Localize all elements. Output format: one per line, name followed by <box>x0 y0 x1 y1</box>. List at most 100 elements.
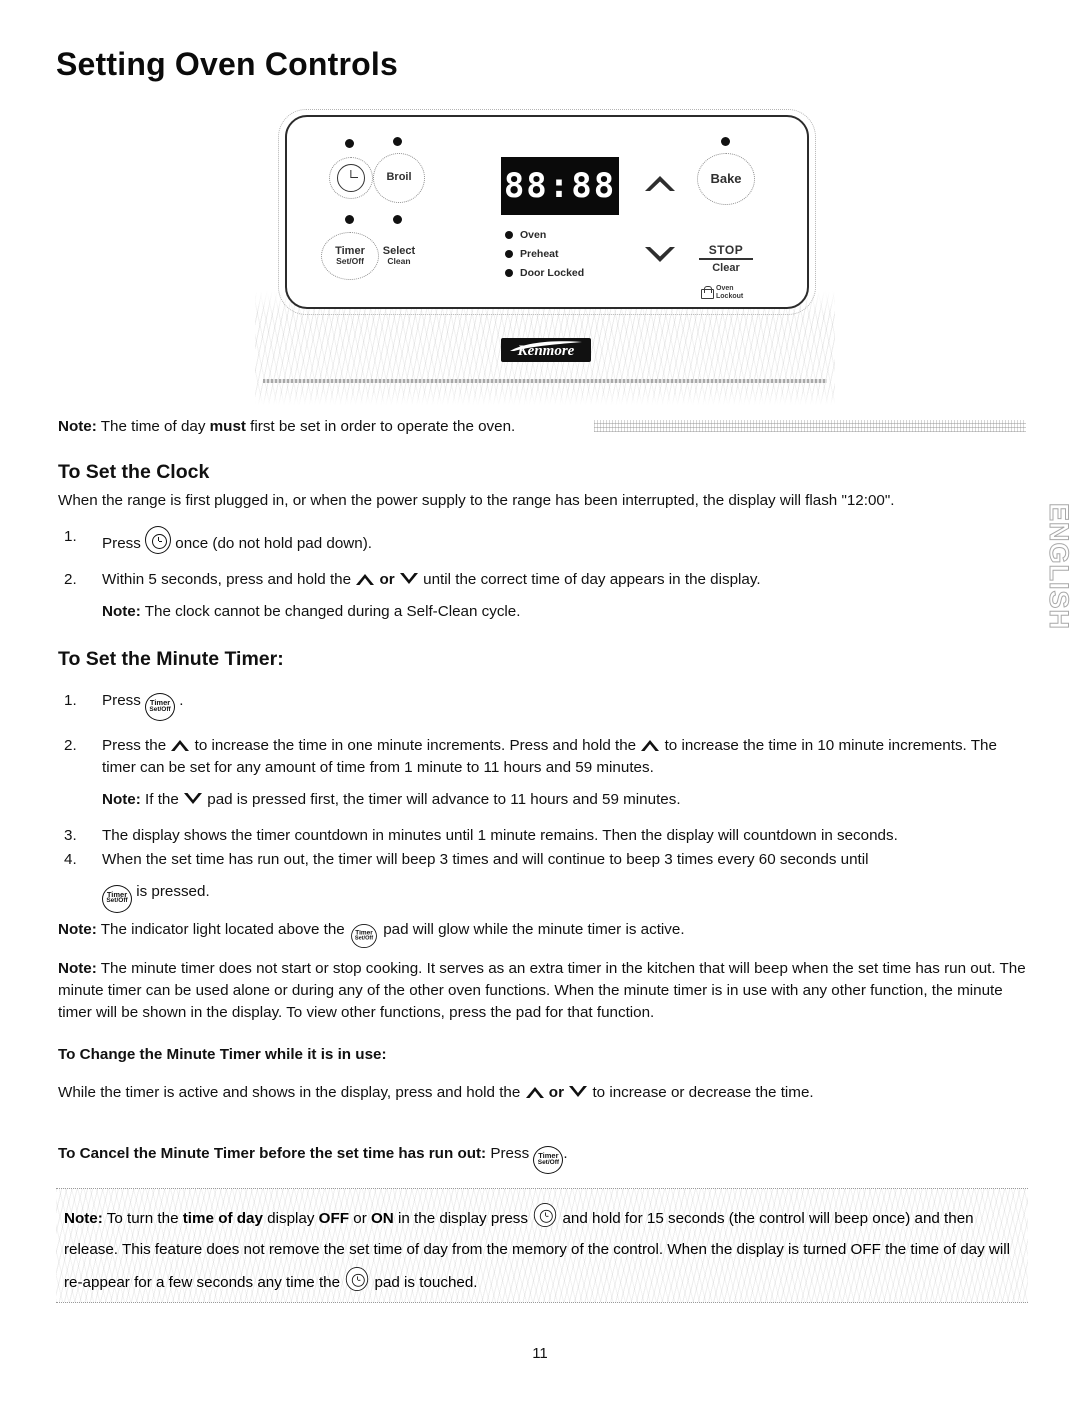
timer-step4-text-b: is pressed. <box>132 883 210 901</box>
select-indicator-dot <box>393 215 402 224</box>
manual-page: Setting Oven Controls ENGLISH Broil Time… <box>0 0 1080 1402</box>
status-indicator-label: Preheat <box>520 247 559 260</box>
timer-pad-inline-icon: Timer Set/Off <box>102 884 132 913</box>
bottom-note-text-d: in the display press <box>393 1210 533 1227</box>
change-timer-text-a: While the timer is active and shows in t… <box>58 1084 525 1102</box>
timer-pad[interactable]: Timer Set/Off <box>321 232 379 280</box>
note-label: Note: <box>102 603 141 621</box>
clock-step-2: 2. Within 5 seconds, press and hold the … <box>58 569 1026 623</box>
status-indicator-list: Oven Preheat Door Locked <box>505 225 584 282</box>
timer-step-3: 3. The display shows the timer countdown… <box>58 825 1026 847</box>
timer-step2-text-a: Press the <box>102 737 171 755</box>
step-number: 1. <box>64 528 77 546</box>
heading-cancel-minute-timer: To Cancel the Minute Timer before the se… <box>58 1144 487 1162</box>
timer-steps: 1. Press Timer Set/Off . 2. Press the to … <box>58 690 1026 913</box>
note-label: Note: <box>58 920 97 938</box>
note-label: Note: <box>58 960 97 978</box>
clock-intro-paragraph: When the range is first plugged in, or w… <box>58 492 895 510</box>
bottom-note-text-a: To turn the <box>102 1210 183 1227</box>
oven-lockout-line2: Lockout <box>716 292 744 300</box>
bottom-note-text-b: display <box>262 1210 319 1227</box>
change-timer-paragraph: While the timer is active and shows in t… <box>58 1082 1026 1104</box>
status-indicator-preheat: Preheat <box>505 244 584 263</box>
timer-note-long: Note: The minute timer does not start or… <box>58 958 1026 1024</box>
chevron-up-icon <box>525 1087 544 1099</box>
clock-steps: 1. Press once (do not hold pad down). 2.… <box>58 526 1026 623</box>
step2-text-b: until the correct time of day appears in… <box>418 571 761 589</box>
broil-indicator-dot <box>393 137 402 146</box>
heading-set-minute-timer: To Set the Minute Timer: <box>58 648 284 671</box>
clock-pad[interactable] <box>329 157 373 199</box>
clock-pad-inline-icon <box>534 1202 557 1228</box>
panel-base-edge <box>263 379 827 383</box>
step-number: 3. <box>64 827 77 845</box>
timer-step4-text-a: When the set time has run out, the timer… <box>102 851 869 869</box>
language-side-tab: ENGLISH <box>1044 503 1075 631</box>
bake-pad[interactable]: Bake <box>697 153 755 205</box>
timer-step2-note-text-a: If the <box>140 791 184 809</box>
article-body: Note: The time of day must first be set … <box>58 414 1026 1174</box>
kenmore-logo: Kenmore <box>501 338 591 362</box>
step-number: 2. <box>64 571 77 589</box>
note-indicator-text-b: pad will glow while the minute timer is … <box>378 920 685 938</box>
chevron-up-icon <box>641 740 660 752</box>
stop-clear-pad[interactable]: STOP Clear <box>699 243 753 274</box>
timer-step-2: 2. Press the to increase the time in one… <box>58 735 1026 811</box>
led-display-value: 88:88 <box>503 166 617 206</box>
status-indicator-label: Oven <box>520 228 547 241</box>
kenmore-wordmark: Kenmore <box>517 343 575 359</box>
chevron-up-icon <box>171 740 190 752</box>
bottom-note-bold-c: ON <box>370 1210 394 1227</box>
timer-step2-note-text-b: pad is pressed first, the timer will adv… <box>203 791 681 809</box>
timer-pad-inline-icon: Timer Set/Off <box>351 924 377 949</box>
bake-pad-label: Bake <box>710 171 742 187</box>
cancel-timer-paragraph: To Cancel the Minute Timer before the se… <box>58 1143 1026 1174</box>
oven-lockout-marker: Oven Lockout <box>701 285 743 300</box>
chevron-up-pad[interactable] <box>643 173 677 193</box>
step-number: 4. <box>64 851 77 869</box>
timer-step1-text-a: Press <box>102 691 146 709</box>
bottom-boxed-note: Note: To turn the time of day display OF… <box>56 1188 1028 1303</box>
note-long-text: The minute timer does not start or stop … <box>58 960 1026 1022</box>
chevron-up-icon <box>356 574 375 586</box>
note-dot-fill <box>594 420 1026 432</box>
timer-pad-inline-icon: Timer Set/Off <box>533 1146 564 1174</box>
cancel-timer-text-a: Press <box>486 1144 534 1162</box>
note-label: Note: <box>58 418 97 435</box>
status-indicator-label: Door Locked <box>520 266 585 279</box>
bottom-note-text: Note: To turn the time of day display OF… <box>64 1201 1020 1298</box>
timer-step1-text-b: . <box>175 691 184 709</box>
control-panel-face: Broil Timer Set/Off Select Clean 88:88 O… <box>278 109 816 315</box>
change-timer-text-b: to increase or decrease the time. <box>588 1084 814 1102</box>
step-number: 2. <box>64 737 77 755</box>
step1-text-b: once (do not hold pad down). <box>171 535 372 553</box>
timer-step-1: 1. Press Timer Set/Off . <box>58 690 1026 722</box>
broil-pad[interactable]: Broil <box>373 153 425 203</box>
bottom-note-text-f: pad is touched. <box>370 1274 478 1292</box>
select-clean-pad[interactable]: Select Clean <box>371 232 427 280</box>
page-title: Setting Oven Controls <box>56 46 398 82</box>
note-indicator-text-a: The indicator light located above the <box>96 920 349 938</box>
change-timer-or: or <box>548 1084 564 1102</box>
step2-text-a: Within 5 seconds, press and hold the <box>102 571 356 589</box>
indicator-dot-icon <box>505 249 513 258</box>
timer-pad-label-line2: Set/Off <box>336 256 364 267</box>
heading-change-minute-timer: To Change the Minute Timer while it is i… <box>58 1046 387 1064</box>
timer-step3-text: The display shows the timer countdown in… <box>102 827 898 845</box>
top-note-text-a: The time of day <box>96 418 210 435</box>
control-panel-illustration: Broil Timer Set/Off Select Clean 88:88 O… <box>255 105 835 405</box>
clear-label: Clear <box>712 262 740 274</box>
chevron-down-icon <box>569 1086 588 1098</box>
chevron-down-pad[interactable] <box>643 245 677 265</box>
timer-pad-inline-icon: Timer Set/Off <box>145 693 176 722</box>
timer-step4-continuation: Timer Set/Off is pressed. <box>102 881 1026 913</box>
timer-step2-note: Note: If the pad is pressed first, the t… <box>102 789 1026 811</box>
led-display: 88:88 <box>501 157 619 215</box>
broil-pad-label: Broil <box>386 171 412 184</box>
stop-label: STOP <box>699 243 753 260</box>
bottom-note-bold-a: time of day <box>182 1210 263 1227</box>
note-label: Note: <box>102 791 141 809</box>
clock-icon <box>337 164 365 192</box>
oven-lockout-label: Oven Lockout <box>716 285 743 300</box>
top-note-text-b: first be set in order to operate the ove… <box>245 418 516 435</box>
